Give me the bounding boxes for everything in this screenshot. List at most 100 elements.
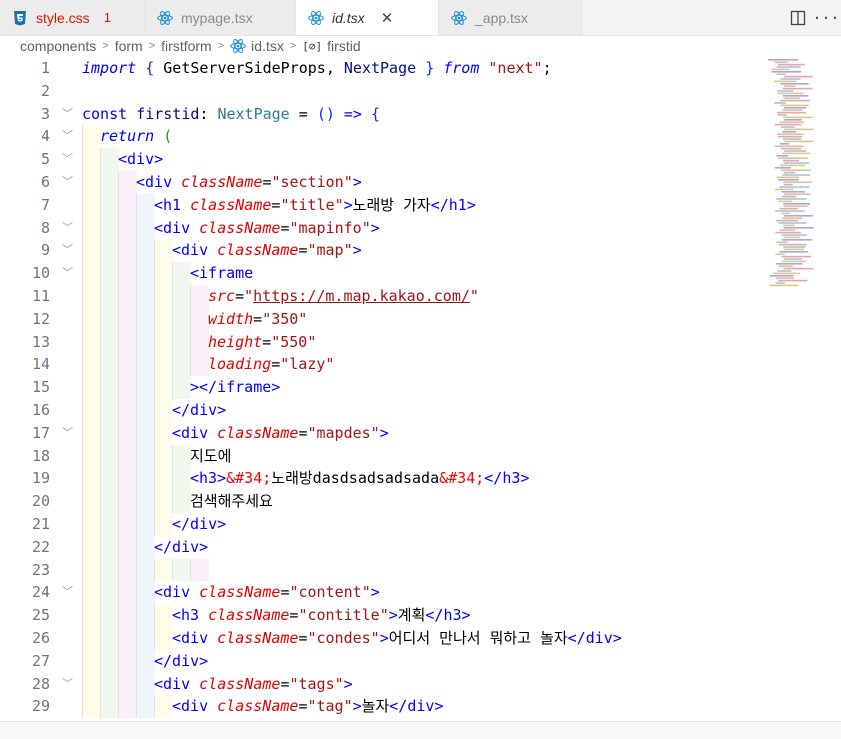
minimap-line: [776, 198, 807, 200]
line-number-text: 4: [40, 127, 50, 146]
code-line[interactable]: <div className="section">: [82, 171, 762, 194]
line-number-text: 15: [31, 378, 50, 397]
code-line[interactable]: </div>: [82, 650, 762, 673]
code-line[interactable]: <div className="content">: [82, 581, 762, 604]
minimap-line: [781, 191, 806, 193]
minimap-line: [783, 193, 811, 195]
fold-chevron-icon[interactable]: ﹀: [62, 103, 73, 126]
tab-mypage-tsx[interactable]: mypage.tsx: [145, 0, 296, 35]
code-line[interactable]: <div>: [82, 148, 762, 171]
minimap-line: [781, 234, 807, 236]
fold-chevron-icon[interactable]: ﹀: [62, 673, 73, 696]
code-line[interactable]: [82, 80, 762, 103]
code-line[interactable]: <iframe: [82, 262, 762, 285]
minimap[interactable]: [762, 57, 841, 721]
tab-style-css[interactable]: style.css 1: [0, 0, 145, 35]
more-actions-icon[interactable]: ···: [812, 7, 839, 29]
line-number-text: 19: [31, 469, 50, 488]
code-line[interactable]: height="550": [82, 331, 762, 354]
breadcrumb-components[interactable]: components: [20, 38, 96, 54]
code-line[interactable]: <h1 className="title">노래방 가자</h1>: [82, 194, 762, 217]
breadcrumb-firstform[interactable]: firstform: [161, 38, 212, 54]
code-editor[interactable]: 1 2 3 ﹀ 4 ﹀ 5 ﹀ 6 ﹀ 7 8 ﹀ 9 ﹀ 10 ﹀ 11 12 13 14 15 16 17 ﹀ 18 19 20 2…: [0, 57, 841, 721]
line-number: 15: [0, 376, 82, 399]
minimap-line: [779, 207, 798, 210]
code-text[interactable]: import { GetServerSideProps, NextPage } …: [82, 57, 762, 718]
minimap-line: [774, 123, 802, 126]
code-line[interactable]: </div>: [82, 399, 762, 422]
minimap-line: [778, 265, 793, 267]
fold-chevron-icon[interactable]: ﹀: [62, 422, 73, 445]
minimap-line: [768, 59, 798, 61]
minimap-line: [778, 222, 807, 224]
minimap-line: [773, 272, 800, 275]
minimap-line: [775, 253, 785, 255]
fold-chevron-icon[interactable]: ﹀: [62, 217, 73, 240]
minimap-line: [778, 179, 799, 181]
minimap-line: [776, 66, 801, 68]
minimap-line: [783, 215, 813, 217]
fold-chevron-icon[interactable]: ﹀: [62, 581, 73, 604]
code-line[interactable]: src="https://m.map.kakao.com/": [82, 285, 762, 308]
tab-label: mypage.tsx: [181, 9, 253, 26]
code-line[interactable]: </div>: [82, 536, 762, 559]
tab-app-tsx[interactable]: _app.tsx: [439, 0, 582, 35]
code-line[interactable]: <div className="mapinfo">: [82, 217, 762, 240]
line-number: 5 ﹀: [0, 148, 82, 171]
line-number: 25: [0, 604, 82, 627]
code-line[interactable]: [82, 559, 762, 582]
line-number: 14: [0, 353, 82, 376]
split-editor-icon[interactable]: [787, 7, 809, 29]
line-number-text: 18: [31, 446, 50, 465]
minimap-line: [783, 205, 808, 207]
line-number: 28 ﹀: [0, 673, 82, 696]
minimap-line: [782, 152, 811, 155]
line-number: 4 ﹀: [0, 125, 82, 148]
close-icon[interactable]: ✕: [381, 9, 394, 27]
code-line[interactable]: ></iframe>: [82, 376, 762, 399]
line-number-text: 24: [31, 583, 50, 602]
fold-chevron-icon[interactable]: ﹀: [62, 171, 73, 194]
line-number-text: 22: [31, 537, 50, 556]
code-line[interactable]: <h3 className="contitle">계획</h3>: [82, 604, 762, 627]
code-line[interactable]: 검색해주세요: [82, 490, 762, 513]
minimap-line: [781, 260, 806, 263]
minimap-line: [776, 176, 799, 179]
tab-id-tsx[interactable]: id.tsx ✕: [296, 0, 439, 35]
fold-chevron-icon[interactable]: ﹀: [62, 125, 73, 148]
line-number: 21: [0, 513, 82, 536]
code-line[interactable]: return (: [82, 125, 762, 148]
chevron-right-icon: >: [289, 40, 297, 52]
minimap-line: [783, 246, 806, 248]
breadcrumb-file[interactable]: id.tsx: [230, 38, 284, 54]
breadcrumb-form[interactable]: form: [115, 38, 143, 54]
minimap-line: [779, 143, 790, 145]
line-number-text: 27: [31, 651, 50, 670]
minimap-line: [783, 183, 793, 186]
minimap-line: [774, 102, 786, 104]
minimap-line: [782, 116, 813, 119]
code-line[interactable]: 지도에: [82, 445, 762, 468]
fold-chevron-icon[interactable]: ﹀: [62, 148, 73, 171]
code-line[interactable]: </div>: [82, 513, 762, 536]
code-line[interactable]: loading="lazy": [82, 353, 762, 376]
minimap-line: [771, 68, 790, 71]
code-line[interactable]: width="350": [82, 308, 762, 331]
breadcrumb-symbol[interactable]: [⊘] firstid: [302, 38, 360, 54]
line-number: 19: [0, 467, 82, 490]
code-line[interactable]: <div className="tag">놀자</div>: [82, 695, 762, 718]
code-line[interactable]: const firstid: NextPage = () => {: [82, 103, 762, 126]
code-line[interactable]: <div className="tags">: [82, 673, 762, 696]
line-number-text: 21: [31, 514, 50, 533]
code-line[interactable]: <div className="condes">어디서 만나서 뭐하고 놀자</…: [82, 627, 762, 650]
minimap-line: [783, 97, 800, 99]
fold-chevron-icon[interactable]: ﹀: [62, 262, 73, 285]
code-line[interactable]: <h3>&#34;노래방dasdsadsadsada&#34;</h3>: [82, 467, 762, 490]
minimap-line: [783, 75, 813, 78]
fold-chevron-icon[interactable]: ﹀: [62, 239, 73, 262]
minimap-line: [783, 119, 803, 121]
line-number: 1: [0, 57, 82, 80]
code-line[interactable]: <div className="map">: [82, 239, 762, 262]
code-line[interactable]: <div className="mapdes">: [82, 422, 762, 445]
code-line[interactable]: import { GetServerSideProps, NextPage } …: [82, 57, 762, 80]
